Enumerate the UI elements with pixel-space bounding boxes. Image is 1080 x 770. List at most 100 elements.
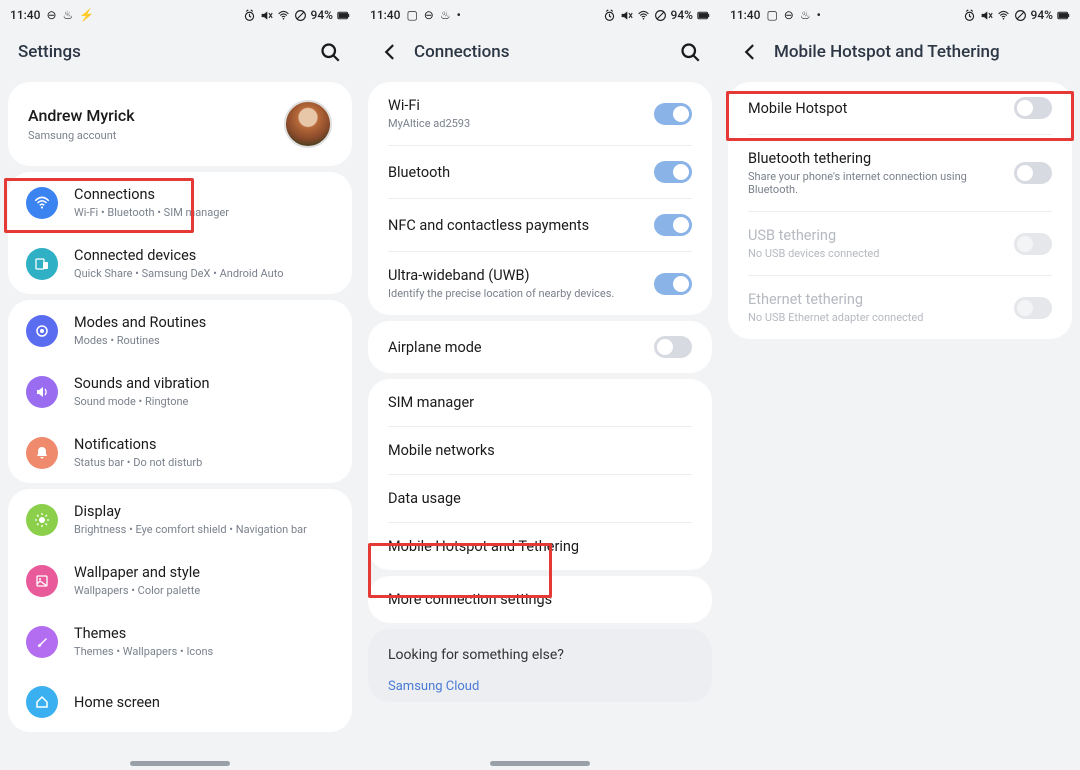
devices-icon [26,248,58,280]
panel-hotspot: 11:40 ▢ ⊖ ♨ • 94% Mobile Hotspot and Tet… [720,0,1080,770]
row-home-screen[interactable]: Home screen [8,672,352,732]
row-nfc[interactable]: NFC and contactless payments [368,199,712,251]
dnd-icon: ⊖ [784,8,794,22]
row-label: Ultra-wideband (UWB) [388,267,614,284]
conn-group-airplane: Airplane mode [368,321,712,373]
alarm-icon [963,9,976,22]
wifi-toggle[interactable] [654,103,692,125]
row-label: Ethernet tethering [748,291,923,308]
row-label: Mobile Hotspot and Tethering [388,538,579,555]
nodata-icon [294,9,307,22]
row-label: Mobile networks [388,442,495,459]
nav-handle[interactable] [130,761,230,766]
row-sublabel: Status bar • Do not disturb [74,456,334,469]
row-label: NFC and contactless payments [388,217,589,234]
row-notifications[interactable]: Notifications Status bar • Do not distur… [8,422,352,483]
nodata-icon [1014,9,1027,22]
modes-icon [26,315,58,347]
wifi-icon [637,9,650,22]
nav-handle[interactable] [490,761,590,766]
row-more-connection[interactable]: More connection settings [368,576,712,623]
image-icon: ▢ [406,8,417,22]
row-mobile-hotspot[interactable]: Mobile Hotspot [728,82,1072,134]
row-data-usage[interactable]: Data usage [368,475,712,522]
alarm-icon [603,9,616,22]
conn-group-more: More connection settings [368,576,712,623]
search-button[interactable] [678,40,702,64]
row-modes[interactable]: Modes and Routines Modes • Routines [8,300,352,361]
uwb-toggle[interactable] [654,273,692,295]
row-mobile-networks[interactable]: Mobile networks [368,427,712,474]
account-card[interactable]: Andrew Myrick Samsung account [8,82,352,166]
nfc-toggle[interactable] [654,214,692,236]
row-mobile-hotspot-tethering[interactable]: Mobile Hotspot and Tethering [368,523,712,570]
row-display[interactable]: Display Brightness • Eye comfort shield … [8,489,352,550]
row-bt-tethering[interactable]: Bluetooth tethering Share your phone's i… [728,135,1072,211]
settings-header: Settings [0,30,360,76]
panel-settings: 11:40 ⊖ ♨ ⚡ 94% Settings Andrew Myrick S… [0,0,360,770]
row-sublabel: Brightness • Eye comfort shield • Naviga… [74,523,334,536]
row-usb-tethering: USB tethering No USB devices connected [728,212,1072,275]
row-sim-manager[interactable]: SIM manager [368,379,712,426]
status-bar: 11:40 ⊖ ♨ ⚡ 94% [0,0,360,30]
avatar[interactable] [284,100,332,148]
connections-header: Connections [360,30,720,76]
dnd-icon: ⊖ [46,8,56,22]
row-sublabel: Wallpapers • Color palette [74,584,334,597]
dnd-icon: ⊖ [424,8,434,22]
battery-icon [1057,9,1070,22]
group-connections: Connections Wi-Fi • Bluetooth • SIM mana… [8,172,352,294]
footer-question: Looking for something else? [368,629,712,671]
alarm-icon [243,9,256,22]
bluetooth-toggle[interactable] [654,161,692,183]
row-connected-devices[interactable]: Connected devices Quick Share • Samsung … [8,233,352,294]
page-title: Settings [18,42,306,62]
row-label: USB tethering [748,227,879,244]
usb-tethering-toggle [1014,233,1052,255]
home-icon [26,686,58,718]
back-button[interactable] [378,40,402,64]
thermo-icon: ♨ [800,8,811,22]
ethernet-tethering-toggle [1014,297,1052,319]
chevron-left-icon [740,42,760,62]
bell-icon [26,437,58,469]
row-label: Connected devices [74,247,334,264]
footer-card: Looking for something else? Samsung Clou… [368,629,712,702]
bolt-icon: ⚡ [79,8,94,22]
row-sublabel: Modes • Routines [74,334,334,347]
row-label: Themes [74,625,334,642]
account-sub: Samsung account [28,129,135,142]
nodata-icon [654,9,667,22]
row-sounds[interactable]: Sounds and vibration Sound mode • Ringto… [8,361,352,422]
sound-icon [26,376,58,408]
row-connections[interactable]: Connections Wi-Fi • Bluetooth • SIM mana… [8,172,352,233]
palette-icon [26,565,58,597]
row-wifi[interactable]: Wi-Fi MyAltice ad2593 [368,82,712,145]
row-themes[interactable]: Themes Themes • Wallpapers • Icons [8,611,352,672]
row-label: Bluetooth [388,164,450,181]
image-icon: ▢ [766,8,777,22]
row-uwb[interactable]: Ultra-wideband (UWB) Identify the precis… [368,252,712,315]
row-bluetooth[interactable]: Bluetooth [368,146,712,198]
status-bar: 11:40 ▢ ⊖ ♨ • 94% [720,0,1080,30]
dot-icon: • [457,8,461,22]
thermo-icon: ♨ [63,8,74,22]
group-display: Display Brightness • Eye comfort shield … [8,489,352,732]
search-icon [320,42,340,62]
wifi-icon [277,9,290,22]
panel-connections: 11:40 ▢ ⊖ ♨ • 94% Connections Wi-Fi MyAl [360,0,720,770]
airplane-toggle[interactable] [654,336,692,358]
row-wallpaper[interactable]: Wallpaper and style Wallpapers • Color p… [8,550,352,611]
row-sublabel: Wi-Fi • Bluetooth • SIM manager [74,206,334,219]
samsung-cloud-link[interactable]: Samsung Cloud [368,671,712,702]
mute-icon [980,9,993,22]
mobile-hotspot-toggle[interactable] [1014,97,1052,119]
mute-icon [620,9,633,22]
conn-group-1: Wi-Fi MyAltice ad2593 Bluetooth NFC and … [368,82,712,315]
row-airplane[interactable]: Airplane mode [368,321,712,373]
bt-tethering-toggle[interactable] [1014,162,1052,184]
row-sublabel: No USB Ethernet adapter connected [748,311,923,324]
back-button[interactable] [738,40,762,64]
search-button[interactable] [318,40,342,64]
battery-pct: 94% [671,8,693,22]
